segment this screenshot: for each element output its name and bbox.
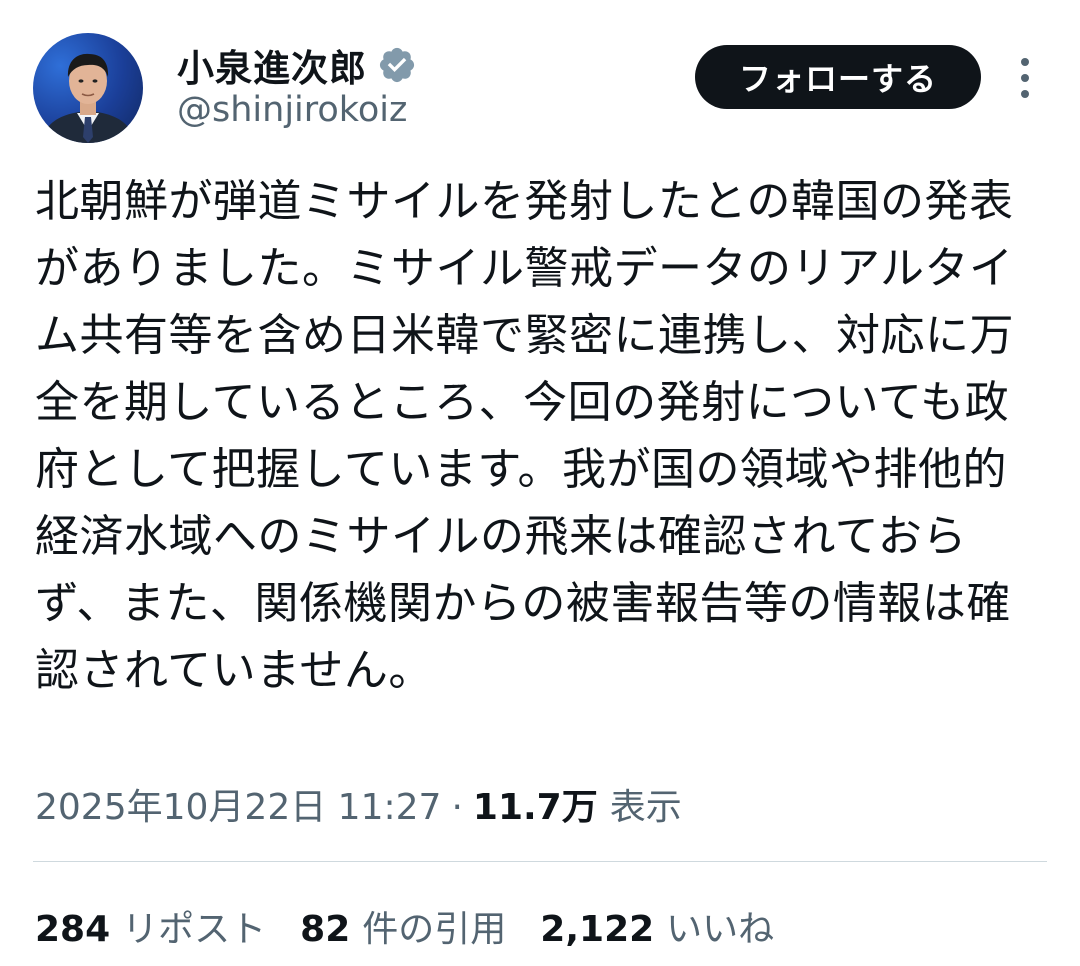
divider [33,861,1047,862]
reposts-stat[interactable]: 284 リポスト [35,900,266,952]
avatar[interactable] [33,33,143,143]
engagement-stats: 284 リポスト 82 件の引用 2,122 いいね [35,900,808,952]
timestamp[interactable]: 2025年10月22日 11:27 [35,778,441,830]
quotes-stat[interactable]: 82 件の引用 [300,900,506,952]
author-name-row: 小泉進次郎 [177,40,417,90]
quotes-label: 件の引用 [362,909,507,950]
author-handle[interactable]: @shinjirokoiz [177,90,407,130]
tweet-meta: 2025年10月22日 11:27 · 11.7万 表示 [35,778,682,830]
follow-button[interactable]: フォローする [695,45,981,109]
author-display-name[interactable]: 小泉進次郎 [177,38,367,92]
tweet-text: 北朝鮮が弾道ミサイルを発射したとの韓国の発表がありました。ミサイル警戒データのリ… [35,176,1014,696]
views-label: 表示 [609,787,682,828]
likes-stat[interactable]: 2,122 いいね [540,900,774,952]
likes-count: 2,122 [540,909,655,950]
profile-photo [41,53,135,143]
meta-separator: · [451,787,463,828]
more-vertical-icon[interactable] [1010,58,1040,98]
likes-label: いいね [666,909,775,950]
quotes-count: 82 [300,909,351,950]
reposts-label: リポスト [122,909,267,950]
verified-badge-icon[interactable] [377,45,417,85]
views-count: 11.7万 [472,787,598,828]
reposts-count: 284 [35,909,111,950]
